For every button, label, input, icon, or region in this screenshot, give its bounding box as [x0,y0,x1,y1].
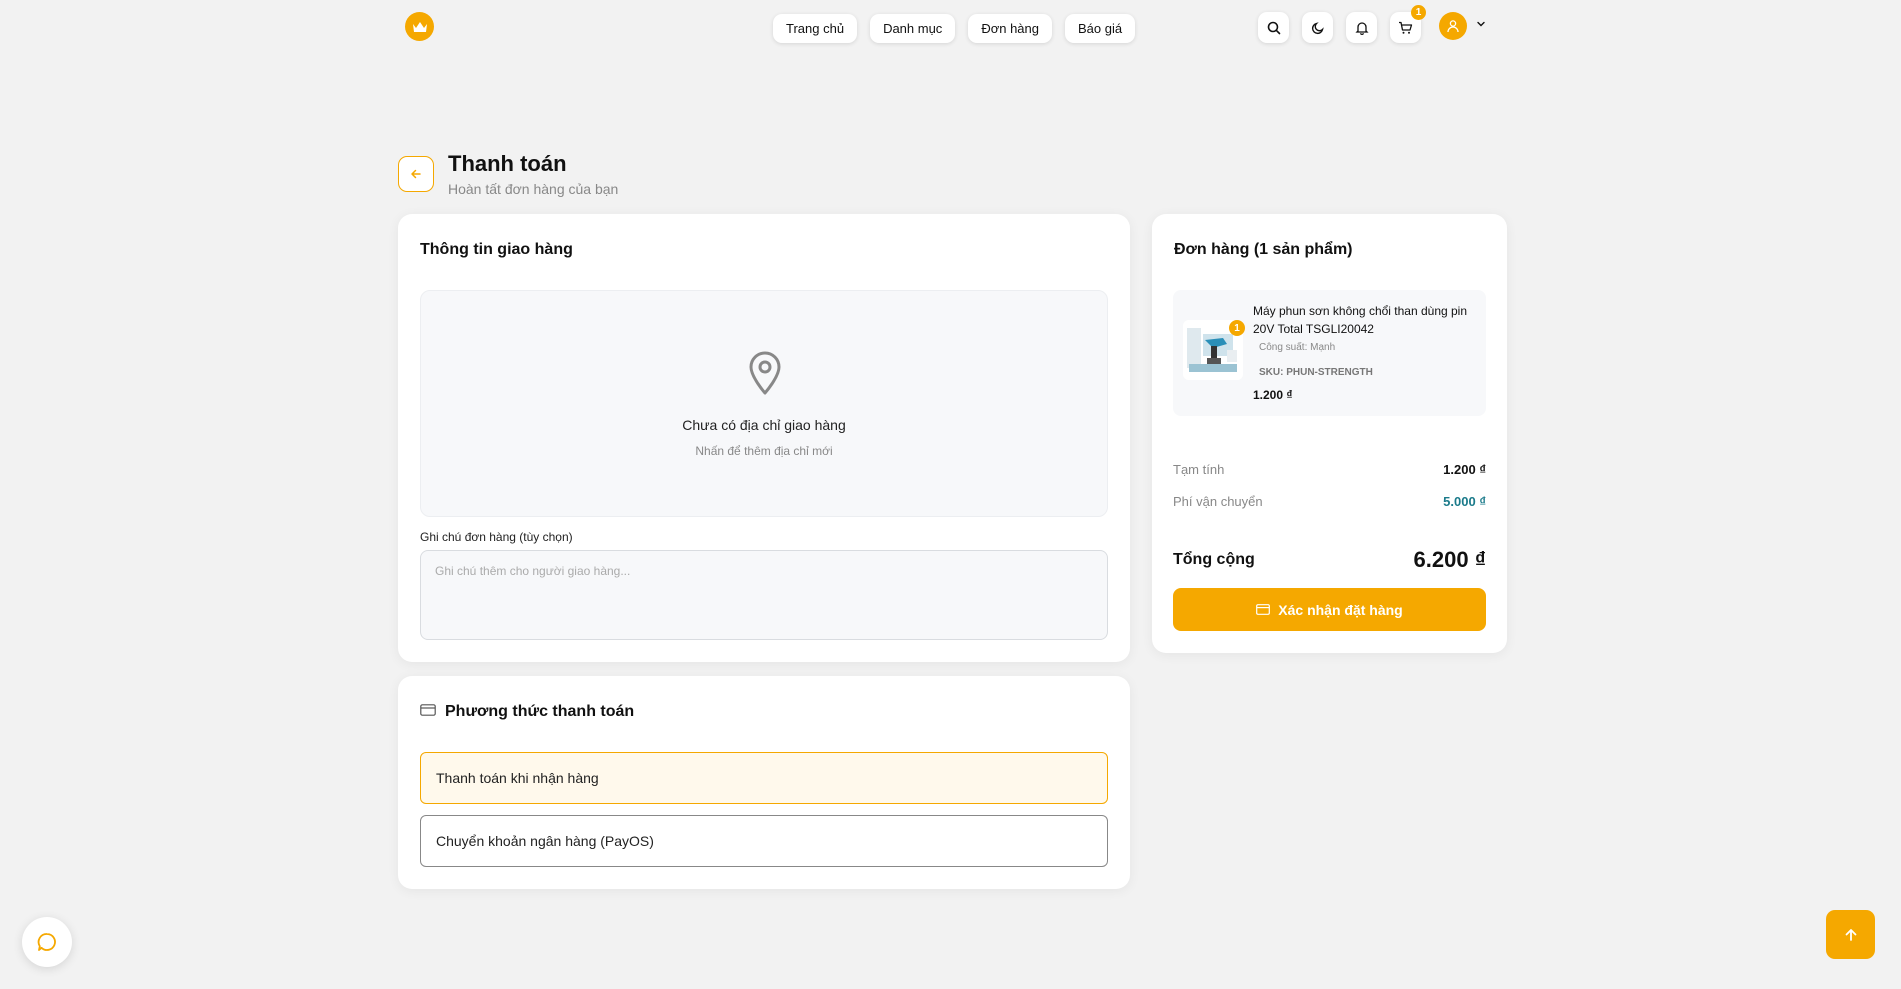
crown-icon [412,21,427,32]
nav-orders[interactable]: Đơn hàng [968,14,1052,43]
product-variant: Công suất: Mạnh [1259,342,1336,353]
item-quantity-badge: 1 [1229,320,1245,336]
payment-option-label: Thanh toán khi nhận hàng [436,770,599,786]
product-price: 1.200 ₫ [1253,388,1293,402]
cart-button[interactable]: 1 [1390,5,1426,43]
theme-toggle-button[interactable] [1302,12,1333,43]
bell-icon [1354,21,1369,35]
back-button[interactable] [398,156,434,192]
scroll-to-top-button[interactable] [1826,910,1875,959]
search-icon [1267,21,1280,34]
payment-option-bank-transfer[interactable]: Chuyển khoản ngân hàng (PayOS) [420,815,1108,867]
confirm-order-label: Xác nhận đặt hàng [1278,601,1403,618]
logo[interactable] [405,12,434,41]
subtotal-row: Tạm tính 1.200 ₫ [1173,462,1486,477]
subtotal-value: 1.200 ₫ [1443,462,1486,477]
page-subtitle: Hoàn tất đơn hàng của bạn [448,181,619,197]
payment-title: Phương thức thanh toán [445,703,635,720]
nav-categories[interactable]: Danh mục [870,14,956,43]
page-title: Thanh toán [448,151,567,176]
nav-home[interactable]: Trang chủ [773,14,858,43]
confirm-order-button[interactable]: Xác nhận đặt hàng [1173,588,1486,631]
payment-card: Phương thức thanh toán Thanh toán khi nh… [398,676,1130,889]
order-summary-title: Đơn hàng (1 sản phẩm) [1174,241,1353,258]
order-summary-card: Đơn hàng (1 sản phẩm) 1 Máy phun sơn khô… [1152,214,1507,653]
user-icon [1447,20,1459,33]
search-button[interactable] [1258,12,1289,43]
shipping-fee-label: Phí vận chuyển [1173,494,1263,509]
order-note-input[interactable] [420,550,1108,640]
header-actions: 1 [1258,5,1426,43]
credit-card-icon [1256,604,1271,615]
total-row: Tổng cộng 6.200 ₫ [1173,547,1486,573]
total-label: Tổng cộng [1173,551,1255,568]
chevron-down-icon[interactable] [1476,19,1486,29]
chat-bubble-icon [37,933,56,951]
total-value: 6.200 ₫ [1413,547,1486,572]
credit-card-icon [420,704,436,716]
shipping-title: Thông tin giao hàng [420,241,573,258]
shipping-fee-row: Phí vận chuyển 5.000 ₫ [1173,494,1486,509]
main-nav: Trang chủ Danh mục Đơn hàng Báo giá [773,14,1136,43]
payment-option-cod[interactable]: Thanh toán khi nhận hàng [420,752,1108,804]
notifications-button[interactable] [1346,12,1377,43]
subtotal-label: Tạm tính [1173,462,1225,477]
arrow-left-icon [411,169,421,179]
add-address-box[interactable]: Chưa có địa chỉ giao hàng Nhấn để thêm đ… [420,290,1108,517]
chat-button[interactable] [22,917,72,967]
empty-address-subtitle: Nhấn để thêm địa chỉ mới [695,444,833,458]
map-pin-icon [749,351,781,395]
cart-icon [1399,21,1413,34]
product-sku: SKU: PHUN-STRENGTH [1259,367,1373,378]
moon-icon [1311,21,1324,34]
order-note-label: Ghi chú đơn hàng (tùy chọn) [420,530,573,544]
arrow-up-icon [1845,928,1856,941]
order-item: 1 Máy phun sơn không chổi than dùng pin … [1173,290,1486,416]
empty-address-title: Chưa có địa chỉ giao hàng [682,417,846,433]
cart-count-badge: 1 [1411,5,1426,20]
payment-option-label: Chuyển khoản ngân hàng (PayOS) [436,833,654,849]
shipping-card: Thông tin giao hàng Chưa có địa chỉ giao… [398,214,1130,662]
shipping-fee-value: 5.000 ₫ [1443,494,1486,509]
nav-quotes[interactable]: Báo giá [1065,14,1136,43]
product-name: Máy phun sơn không chổi than dùng pin 20… [1253,304,1468,336]
user-avatar[interactable] [1439,12,1467,40]
